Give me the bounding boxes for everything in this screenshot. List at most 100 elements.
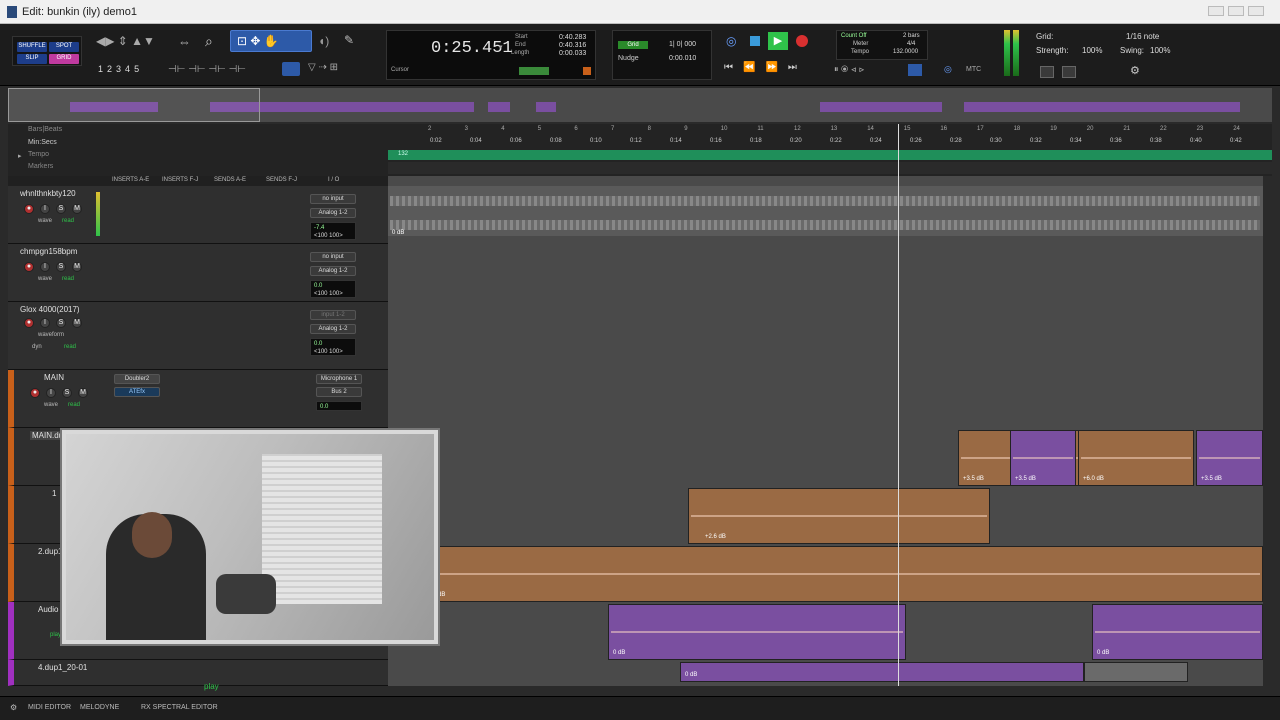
volume-pan-display[interactable]: -7.4 <100 100>	[310, 222, 356, 240]
strength-value[interactable]: 100%	[1082, 46, 1102, 55]
automation-mode[interactable]: read	[64, 344, 76, 350]
track-name[interactable]: chmpgn158bpm	[20, 247, 77, 256]
track-row[interactable]: chmpgn158bpm ● I S M wave read no input …	[8, 244, 388, 302]
solo-button[interactable]: S	[62, 388, 72, 398]
automation-mode[interactable]: read	[62, 218, 74, 224]
mute-button[interactable]: M	[72, 318, 82, 328]
smart-tool-group[interactable]: ⊡ ✥ ✋	[230, 30, 312, 52]
audio-clip[interactable]: +6.0 dB	[1078, 430, 1194, 486]
inserts-fj-header[interactable]: INSERTS F-J	[162, 177, 198, 183]
audio-clip[interactable]: +2.6 dB	[688, 488, 990, 544]
track-name[interactable]: 1	[52, 489, 56, 498]
solo-button[interactable]: S	[56, 204, 66, 214]
counter-dropdown-icon[interactable]: ▾	[499, 43, 503, 51]
record-button[interactable]	[796, 35, 808, 47]
zoom-buttons[interactable]: ◀▶ ⇕ ▲▼	[96, 34, 156, 50]
record-arm-button[interactable]: ●	[24, 262, 34, 272]
clip-gain[interactable]: +3.5 dB	[1015, 476, 1036, 482]
magnify-icon[interactable]: ⌕	[205, 33, 213, 50]
volume-display[interactable]: 0.0	[316, 401, 362, 411]
sends-ae-header[interactable]: SENDS A-E	[214, 177, 246, 183]
record-arm-button[interactable]: ●	[30, 388, 40, 398]
track-name[interactable]: 4.dup1_20-01	[38, 663, 87, 672]
tempo-value[interactable]: 132.0000	[893, 49, 918, 55]
pencil-icon[interactable]: ✎	[344, 33, 354, 47]
input-selector[interactable]: input 1-2	[310, 310, 356, 320]
track-view-selector[interactable]: wave	[38, 276, 52, 282]
tab-rx-spectral-editor[interactable]: RX SPECTRAL EDITOR	[141, 704, 218, 711]
spot-mode-button[interactable]: SPOT	[49, 42, 79, 52]
input-monitor-button[interactable]: I	[46, 388, 56, 398]
volume-value[interactable]: 0.0	[314, 283, 322, 289]
zoom-preset-2[interactable]: 2	[107, 64, 116, 74]
shuffle-mode-button[interactable]: SHUFFLE	[17, 42, 47, 52]
input-selector[interactable]: no input	[310, 252, 356, 262]
speaker-scrub-icon[interactable]: ◖)	[318, 34, 329, 48]
insert-slot[interactable]: Doubler2	[114, 374, 160, 384]
sync-icon[interactable]: ◎	[944, 64, 952, 75]
clip-gain[interactable]: 0 dB	[613, 650, 625, 656]
track-name[interactable]: whnlthnkbty120	[20, 189, 76, 198]
slip-mode-button[interactable]: SLIP	[17, 54, 47, 64]
tab-melodyne[interactable]: MELODYNE	[80, 704, 119, 711]
input-selector[interactable]: Microphone 1	[316, 374, 362, 384]
swing-value[interactable]: 100%	[1150, 46, 1170, 55]
close-button[interactable]	[1248, 6, 1264, 16]
audio-clip[interactable]	[1084, 662, 1188, 682]
track-row[interactable]: whnlthnkbty120 ● I S M wave read no inpu…	[8, 186, 388, 244]
online-icon[interactable]: ◎	[726, 34, 736, 48]
solo-button[interactable]: S	[56, 318, 66, 328]
solo-button[interactable]: S	[56, 262, 66, 272]
zoom-preset-1[interactable]: 1	[98, 64, 107, 74]
automation-mode[interactable]: read	[62, 276, 74, 282]
clip-gain[interactable]: 0 dB	[1097, 650, 1109, 656]
edit-window-timeline[interactable]: 0 dB +3.5 dB +3.5 dB +6.0 dB +3.5 dB +2.…	[388, 124, 1263, 686]
gear-icon[interactable]: ⚙	[1130, 64, 1140, 77]
nudge-value[interactable]: 0:00.010	[669, 55, 696, 62]
start-value[interactable]: 0:40.283	[559, 34, 586, 41]
output-selector[interactable]: Analog 1-2	[310, 266, 356, 276]
output-selector[interactable]: Bus 2	[316, 387, 362, 397]
overview-viewport[interactable]	[8, 88, 260, 122]
volume-value[interactable]: -7.4	[314, 225, 324, 231]
insertion-follows-icon[interactable]: ▽ ⇢ ⊞	[308, 62, 338, 73]
mute-button[interactable]: M	[72, 262, 82, 272]
grid-label[interactable]: Grid	[618, 41, 648, 49]
transport-nav[interactable]: ⏮⏪⏩⏭	[724, 62, 824, 73]
grid-value[interactable]: 1| 0| 000	[669, 41, 696, 48]
volume-pan-display[interactable]: 0.0 <100 100>	[310, 280, 356, 298]
volume-value[interactable]: 0.0	[314, 341, 322, 347]
count-off-label[interactable]: Count Off	[841, 33, 867, 39]
volume-value[interactable]: 0.0	[320, 404, 328, 410]
track-name[interactable]: 2.dup1	[38, 547, 62, 556]
count-off-value[interactable]: 2 bars	[903, 33, 920, 39]
audio-clip[interactable]: 0 dB	[428, 546, 1263, 602]
min-secs-ruler-label[interactable]: Min:Secs	[28, 139, 57, 146]
io-header[interactable]: I / O	[328, 177, 339, 183]
bars-ruler[interactable]: 2 3 4 5 6 7 8 9 10 11 12 13 14 15 16 17 18 19 20 21 22 23 24	[388, 126, 1268, 136]
meter-value[interactable]: 4/4	[907, 41, 915, 47]
clip-gain[interactable]: +2.6 dB	[705, 534, 726, 540]
audio-clip[interactable]: +3.5 dB	[1196, 430, 1263, 486]
zoom-preset-3[interactable]: 3	[116, 64, 125, 74]
grid-note-value[interactable]: 1/16 note	[1126, 32, 1159, 41]
maximize-button[interactable]	[1228, 6, 1244, 16]
grid-mode-button[interactable]: GRID	[49, 54, 79, 64]
input-selector[interactable]: no input	[310, 194, 356, 204]
pan-value[interactable]: <100 100>	[314, 349, 343, 355]
volume-pan-display[interactable]: 0.0 <100 100>	[310, 338, 356, 356]
track-view-selector[interactable]: wave	[44, 402, 58, 408]
input-monitor-button[interactable]: I	[40, 262, 50, 272]
markers-ruler-label[interactable]: Markers	[28, 163, 53, 170]
clip-gain[interactable]: +3.5 dB	[1201, 476, 1222, 482]
track-row[interactable]: 4.dup1_20-01	[8, 660, 388, 686]
automation-mode[interactable]: play	[50, 632, 61, 638]
clip-gain[interactable]: +6.0 dB	[1083, 476, 1104, 482]
tempo-expand-icon[interactable]: ▸	[18, 152, 22, 160]
dyn-selector[interactable]: dyn	[32, 344, 42, 350]
zoom-preset-5[interactable]: 5	[134, 64, 143, 74]
track-view-selector[interactable]: waveform	[38, 332, 64, 338]
tempo-ruler-label[interactable]: Tempo	[28, 151, 49, 158]
track-name[interactable]: Glox 4000(2017)	[20, 305, 80, 314]
length-value[interactable]: 0:00.033	[559, 50, 586, 57]
